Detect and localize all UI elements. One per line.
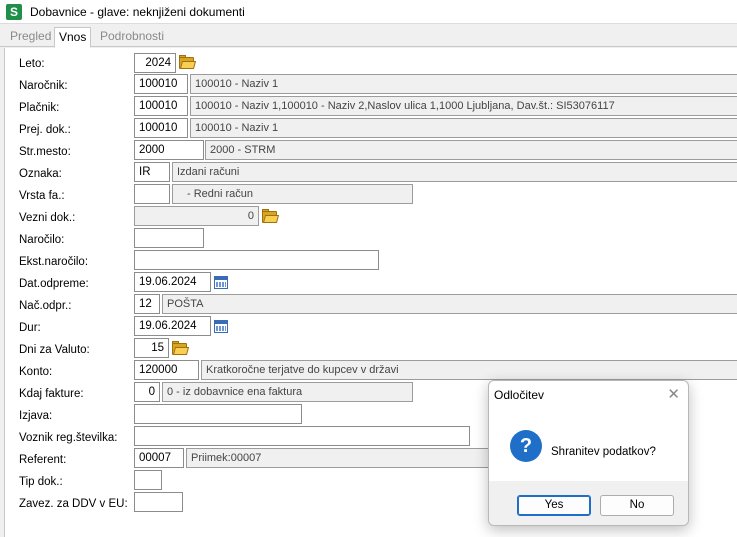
vezni-dok-folder-icon[interactable] [261,208,280,225]
oznaka-code-input[interactable]: IR [134,162,170,182]
tab-bar: Pregled Vnos Podrobnosti [0,25,737,48]
voznik-input[interactable] [134,426,470,446]
prej-dok-desc: 100010 - Naziv 1 [190,118,737,138]
tip-dok-input[interactable] [134,470,162,490]
window-title: Dobavnice - glave: neknjiženi dokumenti [30,5,245,19]
dur-input[interactable]: 19.06.2024 [134,316,211,336]
placnik-label: Plačnik: [19,102,60,114]
close-icon[interactable]: ✕ [667,385,680,403]
izjava-input[interactable] [134,404,302,424]
dat-odpreme-label: Dat.odpreme: [19,278,89,290]
konto-label: Konto: [19,366,53,378]
tab-vnos[interactable]: Vnos [54,27,92,48]
app-icon: S [6,4,22,20]
question-icon: ? [510,430,542,462]
nac-odpr-code-input[interactable]: 12 [134,294,160,314]
dni-za-valuto-label: Dni za Valuto: [19,344,90,356]
referent-code-input[interactable]: 00007 [134,448,184,468]
kdaj-fakture-code-input[interactable]: 0 [134,382,160,402]
str-mesto-code-input[interactable]: 2000 [134,140,204,160]
dat-odpreme-calendar-icon[interactable] [213,274,229,290]
narocnik-code-input[interactable]: 100010 [134,74,188,94]
dat-odpreme-input[interactable]: 19.06.2024 [134,272,211,292]
dur-calendar-icon[interactable] [213,318,229,334]
vrsta-fa-code-input[interactable] [134,184,170,204]
zavez-ddv-input[interactable] [134,492,183,512]
zavez-ddv-label: Zavez. za DDV v EU: [19,498,128,510]
dialog-body: ? Shranitev podatkov? [489,411,688,481]
narocnik-label: Naročnik: [19,80,68,92]
konto-desc: Kratkoročne terjatve do kupcev v državi [201,360,737,380]
vrsta-fa-desc: - Redni račun [172,184,413,204]
prej-dok-code-input[interactable]: 100010 [134,118,188,138]
placnik-desc: 100010 - Naziv 1,100010 - Naziv 2,Naslov… [190,96,737,116]
confirm-dialog: Odločitev ✕ ? Shranitev podatkov? Yes No [488,380,689,526]
leto-input[interactable]: 2024 [134,53,176,73]
referent-label: Referent: [19,454,67,466]
placnik-code-input[interactable]: 100010 [134,96,188,116]
leto-label: Leto: [19,58,45,70]
ekst-narocilo-input[interactable] [134,250,379,270]
voznik-label: Voznik reg.številka: [19,432,118,444]
str-mesto-label: Str.mesto: [19,146,71,158]
dur-label: Dur: [19,322,41,334]
vrsta-fa-label: Vrsta fa.: [19,190,65,202]
nac-odpr-label: Nač.odpr.: [19,300,72,312]
oznaka-label: Oznaka: [19,168,62,180]
dialog-footer: Yes No [489,481,688,525]
prej-dok-label: Prej. dok.: [19,124,71,136]
oznaka-desc: Izdani računi [172,162,737,182]
narocnik-desc: 100010 - Naziv 1 [190,74,737,94]
narocilo-input[interactable] [134,228,204,248]
tip-dok-label: Tip dok.: [19,476,63,488]
dialog-message: Shranitev podatkov? [551,446,656,458]
vezni-dok-label: Vezni dok.: [19,212,76,224]
dialog-title: Odločitev [494,388,545,402]
yes-button[interactable]: Yes [517,495,591,516]
tab-podrobnosti[interactable]: Podrobnosti [96,27,168,47]
referent-desc: Priimek:00007 [186,448,491,468]
vezni-dok-value: 0 [134,206,259,226]
konto-code-input[interactable]: 120000 [134,360,199,380]
ekst-narocilo-label: Ekst.naročilo: [19,256,89,268]
kdaj-fakture-desc: 0 - iz dobavnice ena faktura [162,382,413,402]
title-bar: S Dobavnice - glave: neknjiženi dokument… [0,0,737,24]
leto-folder-icon[interactable] [178,54,197,71]
nac-odpr-desc: POŠTA [162,294,737,314]
kdaj-fakture-label: Kdaj fakture: [19,388,84,400]
tab-pregled[interactable]: Pregled [6,27,55,47]
dni-za-valuto-folder-icon[interactable] [171,340,190,357]
dni-za-valuto-input[interactable]: 15 [134,338,169,358]
narocilo-label: Naročilo: [19,234,65,246]
izjava-label: Izjava: [19,410,53,422]
no-button[interactable]: No [600,495,674,516]
str-mesto-desc: 2000 - STRM [205,140,737,160]
